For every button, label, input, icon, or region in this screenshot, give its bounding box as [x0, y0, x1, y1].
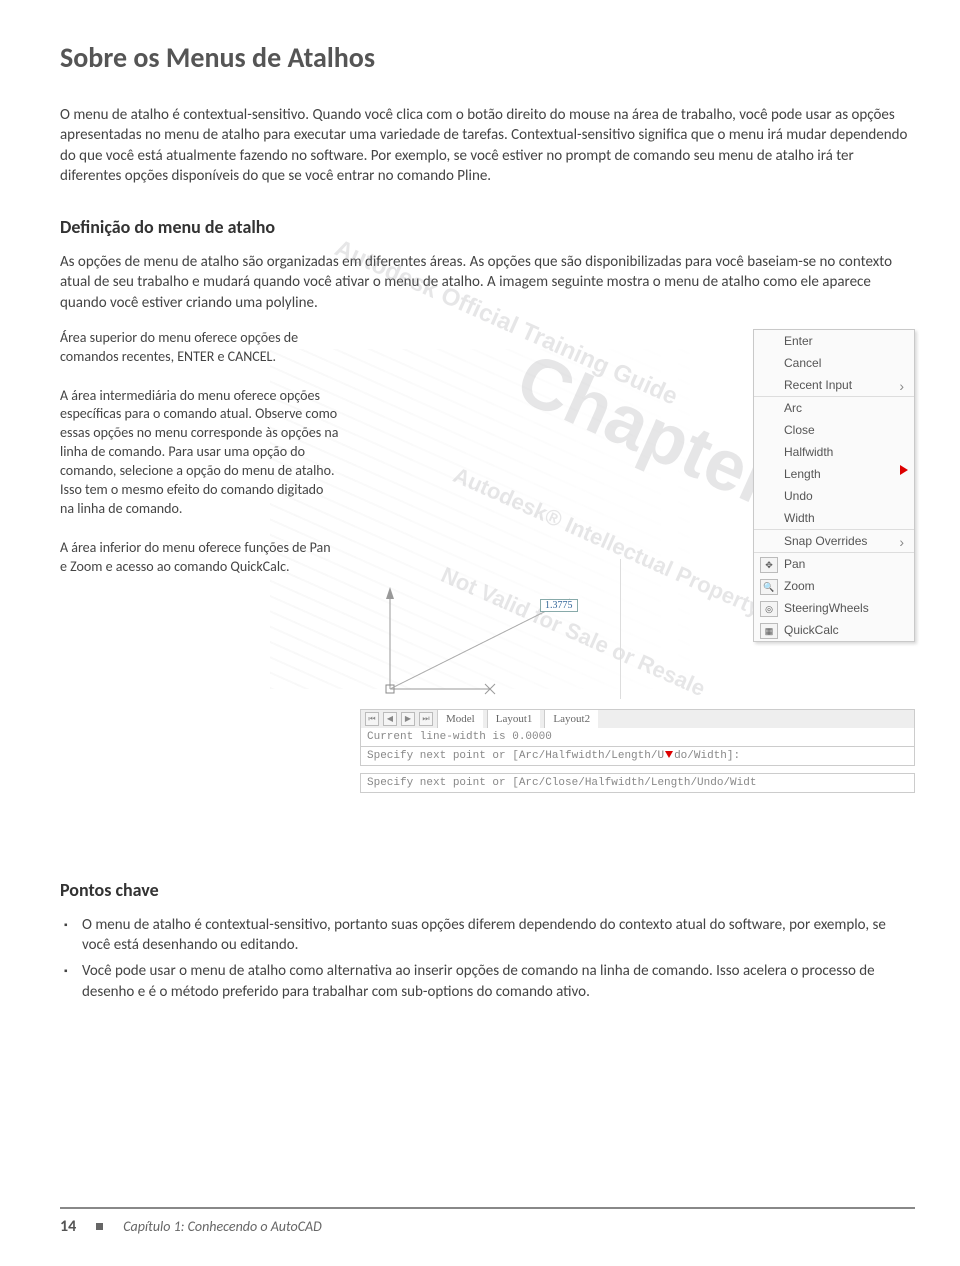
watermark-chapter: Chapter	[505, 337, 787, 523]
polyline-sketch	[350, 559, 620, 699]
command-line-2: Specify next point or [Arc/Halfwidth/Len…	[360, 747, 915, 766]
key-point-2: Você pode usar o menu de atalho como alt…	[60, 961, 915, 1002]
tab-nav-last-icon[interactable]: ⏭	[419, 712, 433, 726]
tab-nav-first-icon[interactable]: ⏮	[365, 712, 379, 726]
context-menu: Enter Cancel Recent Input Arc Close Half…	[753, 329, 915, 642]
key-point-1: O menu de atalho é contextual-sensitivo,…	[60, 915, 915, 956]
dynamic-input-badge: 1.3775	[540, 599, 578, 612]
pan-icon: ✥	[760, 557, 778, 573]
key-points-list: O menu de atalho é contextual-sensitivo,…	[60, 915, 915, 1002]
two-column-area: Área superior do menu oferece opções de …	[60, 329, 915, 729]
command-line-3[interactable]: Specify next point or [Arc/Close/Halfwid…	[360, 773, 915, 793]
red-arrow-icon	[900, 465, 908, 475]
calc-icon: ▦	[760, 623, 778, 639]
menu-item-quickcalc[interactable]: ▦ QuickCalc	[754, 619, 914, 641]
tab-layout1[interactable]: Layout1	[487, 710, 541, 728]
menu-item-undo[interactable]: Undo	[754, 485, 914, 507]
menu-item-quickcalc-label: QuickCalc	[784, 623, 839, 637]
chapter-title: Capítulo 1: Conhecendo o AutoCAD	[123, 1218, 322, 1235]
menu-item-width[interactable]: Width	[754, 507, 914, 529]
page-number: 14	[60, 1217, 76, 1236]
menu-item-zoom-label: Zoom	[784, 579, 815, 593]
menu-item-length-label: Length	[784, 467, 821, 481]
command-line-1: Current line-width is 0.0000	[360, 728, 915, 747]
section-heading-definition: Definição do menu de atalho	[60, 216, 915, 238]
menu-item-snap-overrides[interactable]: Snap Overrides	[754, 530, 914, 552]
page-footer: 14 Capítulo 1: Conhecendo o AutoCAD	[60, 1207, 915, 1236]
menu-item-pan-label: Pan	[784, 557, 805, 571]
section-paragraph: As opções de menu de atalho são organiza…	[60, 252, 915, 313]
tab-layout2[interactable]: Layout2	[544, 710, 598, 728]
menu-item-zoom[interactable]: 🔍 Zoom	[754, 575, 914, 597]
left-text-column: Área superior do menu oferece opções de …	[60, 329, 340, 597]
menu-item-arc[interactable]: Arc	[754, 397, 914, 419]
footer-bullet-icon	[96, 1223, 103, 1230]
tab-nav-prev-icon[interactable]: ◀	[383, 712, 397, 726]
section-heading-keypoints: Pontos chave	[60, 879, 915, 901]
page-title: Sobre os Menus de Atalhos	[60, 40, 915, 75]
tab-nav-next-icon[interactable]: ▶	[401, 712, 415, 726]
drawing-area: 1.3775	[350, 559, 621, 699]
command-line-2b: do/Width]:	[674, 750, 740, 762]
menu-item-steering-label: SteeringWheels	[784, 601, 869, 615]
command-line-2a: Specify next point or [Arc/Halfwidth/Len…	[367, 750, 664, 762]
menu-item-pan[interactable]: ✥ Pan	[754, 553, 914, 575]
menu-item-enter[interactable]: Enter	[754, 330, 914, 352]
menu-item-recent-input[interactable]: Recent Input	[754, 374, 914, 396]
left-para-2: A área intermediária do menu oferece opç…	[60, 387, 340, 519]
menu-item-steering-wheels[interactable]: ◎ SteeringWheels	[754, 597, 914, 619]
menu-item-length[interactable]: Length	[754, 463, 914, 485]
layout-tabs-bar: ⏮ ◀ ▶ ⏭ Model Layout1 Layout2	[360, 709, 915, 729]
intro-paragraph: O menu de atalho é contextual-sensitivo.…	[60, 105, 915, 186]
menu-item-halfwidth[interactable]: Halfwidth	[754, 441, 914, 463]
screenshot-figure: Autodesk Official Training Guide Chapter…	[360, 329, 915, 729]
zoom-icon: 🔍	[760, 579, 778, 595]
tab-model[interactable]: Model	[437, 710, 483, 728]
menu-item-close[interactable]: Close	[754, 419, 914, 441]
left-para-3: A área inferior do menu oferece funções …	[60, 539, 340, 577]
left-para-1: Área superior do menu oferece opções de …	[60, 329, 340, 367]
steering-icon: ◎	[760, 601, 778, 617]
red-caret-icon	[665, 751, 673, 758]
menu-item-cancel[interactable]: Cancel	[754, 352, 914, 374]
